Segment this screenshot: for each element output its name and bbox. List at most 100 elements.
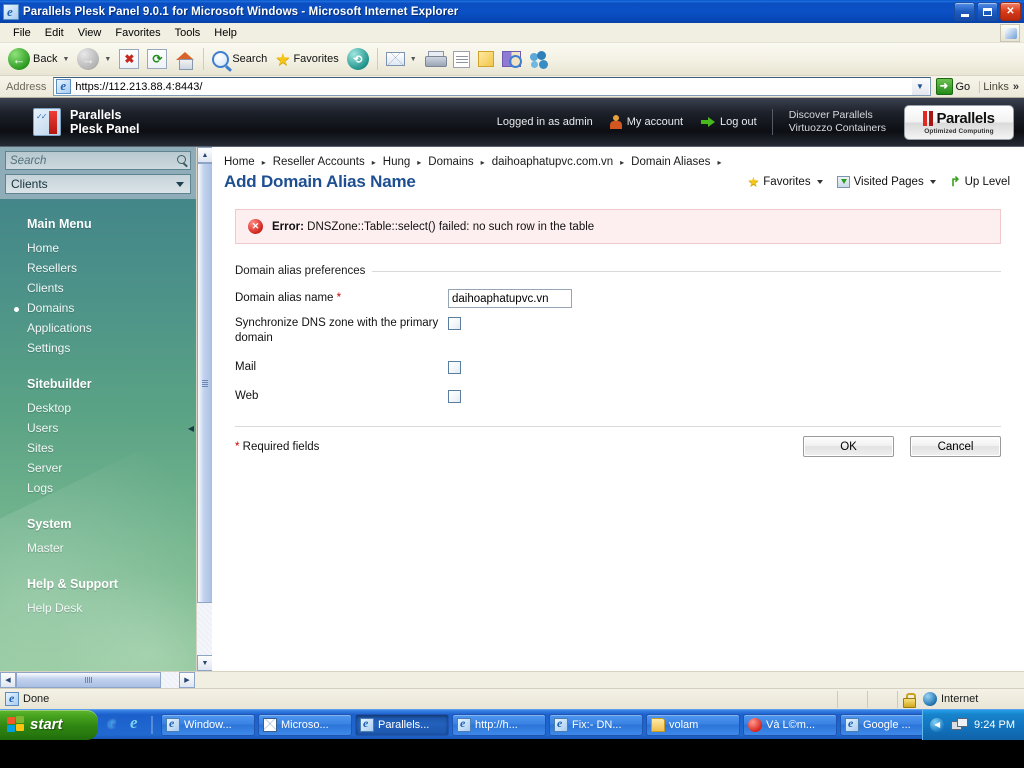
domain-alias-name-input[interactable]: [448, 289, 572, 308]
search-icon[interactable]: [177, 155, 186, 164]
menu-file[interactable]: File: [6, 25, 38, 41]
windows-flag-icon: [7, 716, 25, 733]
sidebar-item-server[interactable]: Server: [0, 458, 196, 478]
breadcrumb-item-domain[interactable]: daihoaphatupvc.com.vn: [492, 156, 613, 168]
mail-button[interactable]: ▼: [382, 50, 421, 68]
sidebar-item-help-desk[interactable]: Help Desk: [0, 598, 196, 618]
forward-button[interactable]: → ▼: [73, 46, 115, 72]
sidebar-collapse-handle[interactable]: ◀: [186, 417, 196, 439]
error-detail: DNSZone::Table::select() failed: no such…: [307, 220, 595, 233]
sidebar-item-logs[interactable]: Logs: [0, 478, 196, 498]
chevron-left-icon[interactable]: ◀: [930, 717, 945, 732]
refresh-button[interactable]: ⟳: [143, 47, 171, 71]
context-selector[interactable]: Clients: [5, 174, 191, 194]
hscroll-track[interactable]: [16, 672, 179, 688]
stop-button[interactable]: ✖: [115, 47, 143, 71]
minimize-button[interactable]: [954, 2, 975, 21]
sidebar-item-master[interactable]: Master: [0, 538, 196, 558]
menu-help[interactable]: Help: [207, 25, 244, 41]
back-label: Back: [33, 53, 58, 65]
scroll-right-button[interactable]: ▶: [179, 672, 195, 688]
messenger-button[interactable]: [525, 49, 553, 70]
sidebar-item-home[interactable]: Home: [0, 238, 196, 258]
cancel-button[interactable]: Cancel: [910, 436, 1001, 457]
breadcrumb-item-domains[interactable]: Domains: [428, 156, 473, 168]
network-icon[interactable]: [951, 717, 969, 732]
scrollbar-thumb[interactable]: [197, 163, 213, 603]
links-label: Links: [983, 80, 1009, 93]
address-input[interactable]: https://112.213.88.4:8443/ ▼: [53, 77, 931, 96]
sidebar-item-settings[interactable]: Settings: [0, 338, 196, 358]
breadcrumb-item-hung[interactable]: Hung: [383, 156, 411, 168]
up-level-action[interactable]: ↱ Up Level: [950, 174, 1010, 190]
chevron-right-icon[interactable]: »: [1013, 81, 1019, 93]
maximize-button[interactable]: [977, 2, 998, 21]
menu-view[interactable]: View: [71, 25, 109, 41]
window-title-bar[interactable]: Parallels Plesk Panel 9.0.1 for Microsof…: [0, 0, 1024, 23]
sync-dns-checkbox[interactable]: [448, 317, 461, 330]
main-content: Home ▸ Reseller Accounts ▸ Hung ▸ Domain…: [212, 147, 1024, 671]
print-button[interactable]: [421, 49, 449, 69]
ok-button[interactable]: OK: [803, 436, 894, 457]
go-button[interactable]: ➜ Go: [934, 78, 977, 95]
sidebar-scrollbar[interactable]: ▲ ▼: [196, 147, 213, 671]
sidebar-item-sites[interactable]: Sites: [0, 438, 196, 458]
search-input[interactable]: Search: [5, 151, 191, 170]
breadcrumb-separator: ▸: [480, 157, 485, 167]
search-button[interactable]: Search: [208, 49, 271, 70]
sidebar-item-domains[interactable]: Domains: [0, 298, 196, 318]
scroll-down-button[interactable]: ▼: [197, 655, 213, 671]
hscroll-thumb[interactable]: [16, 672, 161, 688]
error-prefix: Error:: [272, 220, 304, 233]
my-account-link[interactable]: My account: [601, 115, 692, 129]
task-button-valom[interactable]: Và L©m...: [743, 713, 837, 736]
sidebar-item-users[interactable]: Users: [0, 418, 196, 438]
clock[interactable]: 9:24 PM: [974, 719, 1015, 731]
plesk-logo[interactable]: Parallels Plesk Panel: [33, 108, 140, 136]
breadcrumb-item-home[interactable]: Home: [224, 156, 255, 168]
parallels-badge[interactable]: Parallels Optimized Computing: [904, 104, 1014, 140]
start-button[interactable]: start: [0, 709, 98, 740]
favorites-action[interactable]: ★ Favorites: [748, 174, 823, 190]
task-button-volam[interactable]: volam: [646, 713, 740, 736]
log-out-link[interactable]: Log out: [692, 116, 766, 128]
edit-button[interactable]: [449, 49, 474, 70]
horizontal-scrollbar[interactable]: ◀ ▶: [0, 671, 1024, 688]
research-button[interactable]: [498, 49, 525, 69]
sidebar-item-clients[interactable]: Clients: [0, 278, 196, 298]
sidebar-item-applications[interactable]: Applications: [0, 318, 196, 338]
scroll-up-button[interactable]: ▲: [197, 147, 213, 163]
links-bar[interactable]: Links »: [979, 80, 1022, 93]
menu-edit[interactable]: Edit: [38, 25, 71, 41]
discover-parallels-link[interactable]: Discover Parallels Virtuozzo Containers: [779, 109, 896, 135]
task-button-microsoft[interactable]: Microso...: [258, 713, 352, 736]
mail-checkbox[interactable]: [448, 361, 461, 374]
ie-alt-icon[interactable]: [129, 713, 145, 733]
ie-icon[interactable]: [107, 713, 123, 733]
sidebar-item-desktop[interactable]: Desktop: [0, 398, 196, 418]
history-button[interactable]: ⟲: [343, 46, 373, 72]
close-button[interactable]: ✕: [1000, 2, 1021, 21]
scroll-left-button[interactable]: ◀: [0, 672, 16, 688]
sidebar-item-resellers[interactable]: Resellers: [0, 258, 196, 278]
visited-pages-action[interactable]: Visited Pages: [836, 176, 936, 188]
scrollbar-grip-icon: [202, 379, 208, 387]
favorites-button[interactable]: ★ Favorites: [271, 49, 343, 70]
web-checkbox[interactable]: [448, 390, 461, 403]
menu-tools[interactable]: Tools: [168, 25, 208, 41]
back-button[interactable]: ← Back ▼: [4, 46, 73, 72]
task-button-parallels[interactable]: Parallels...: [355, 713, 449, 736]
home-button[interactable]: [171, 48, 199, 71]
menu-favorites[interactable]: Favorites: [108, 25, 167, 41]
visited-pages-icon: [836, 176, 850, 188]
breadcrumb-item-reseller-accounts[interactable]: Reseller Accounts: [273, 156, 365, 168]
task-button-fix-dn[interactable]: Fix:- DN...: [549, 713, 643, 736]
task-button-window[interactable]: Window...: [161, 713, 255, 736]
form-divider: [235, 426, 1001, 427]
task-button-http[interactable]: http://h...: [452, 713, 546, 736]
address-dropdown-button[interactable]: ▼: [911, 78, 929, 95]
ie-document-icon: [554, 716, 568, 732]
breadcrumb-item-domain-aliases[interactable]: Domain Aliases: [631, 156, 710, 168]
notes-button[interactable]: [474, 49, 498, 69]
task-button-google[interactable]: Google ...: [840, 713, 923, 736]
